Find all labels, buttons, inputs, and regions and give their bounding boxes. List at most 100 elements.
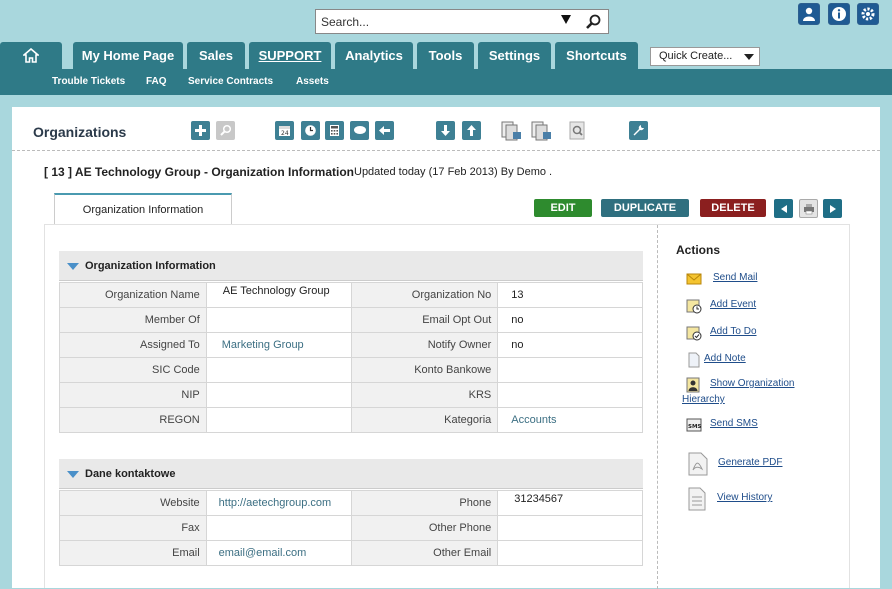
subnav-assets[interactable]: Assets	[296, 76, 329, 87]
field-value[interactable]: AE Technology Group	[206, 283, 351, 308]
field-label: Konto Bankowe	[351, 358, 498, 383]
chat-icon[interactable]	[350, 121, 369, 140]
block-title: Dane kontaktowe	[85, 468, 175, 480]
calendar-icon[interactable]: 24	[275, 121, 294, 140]
field-value[interactable]: Accounts	[498, 408, 643, 433]
arrow-left-icon	[779, 204, 789, 214]
field-value[interactable]	[206, 308, 351, 333]
field-label: Website	[60, 491, 207, 516]
field-label: Organization Name	[60, 283, 207, 308]
info-icon[interactable]	[828, 3, 850, 25]
printer-icon	[803, 203, 815, 215]
field-value[interactable]	[498, 516, 643, 541]
find-duplicates-icon[interactable]	[568, 121, 587, 140]
print-record-button[interactable]	[799, 199, 818, 218]
field-value[interactable]: http://aetechgroup.com	[206, 491, 351, 516]
table-row: SIC Code Konto Bankowe	[60, 358, 643, 383]
field-value[interactable]	[206, 383, 351, 408]
field-value[interactable]: email@email.com	[206, 541, 351, 566]
tab-tools[interactable]: Tools	[417, 42, 474, 69]
previous-record-button[interactable]	[774, 199, 793, 218]
field-value[interactable]: Marketing Group	[206, 333, 351, 358]
add-icon[interactable]	[191, 121, 210, 140]
generate-pdf-link[interactable]: Generate PDF	[718, 457, 782, 468]
field-value[interactable]	[498, 383, 643, 408]
record-title: [ 13 ] AE Technology Group - Organizatio…	[44, 165, 354, 179]
field-value[interactable]: no	[498, 333, 643, 358]
tab-analytics[interactable]: Analytics	[335, 42, 413, 69]
field-label: SIC Code	[60, 358, 207, 383]
field-value[interactable]	[206, 408, 351, 433]
add-event-link[interactable]: Add Event	[710, 299, 756, 310]
subnav-trouble-tickets[interactable]: Trouble Tickets	[52, 76, 125, 87]
show-organization-hierarchy-link[interactable]: Hierarchy	[682, 394, 725, 405]
tab-shortcuts[interactable]: Shortcuts	[555, 42, 638, 69]
table-row: Member Of Email Opt Out no	[60, 308, 643, 333]
settings-wrench-icon[interactable]	[629, 121, 648, 140]
field-value[interactable]	[206, 516, 351, 541]
organization-info-table: Organization Name AE Technology Group Or…	[59, 282, 643, 433]
search-dropdown-icon[interactable]	[561, 15, 571, 24]
send-sms-link[interactable]: Send SMS	[710, 418, 758, 429]
field-value[interactable]: no	[498, 308, 643, 333]
subnav-service-contracts[interactable]: Service Contracts	[188, 76, 273, 87]
tab-organization-information[interactable]: Organization Information	[54, 193, 232, 224]
block-organization-information-header[interactable]: Organization Information	[59, 251, 643, 281]
search-input[interactable]: Search...	[315, 9, 609, 34]
gear-icon[interactable]	[857, 3, 879, 25]
sub-nav: Trouble Tickets FAQ Service Contracts As…	[0, 69, 892, 95]
collapse-triangle-icon[interactable]	[67, 263, 79, 270]
clock-icon[interactable]	[301, 121, 320, 140]
field-value[interactable]	[498, 358, 643, 383]
calculator-icon[interactable]	[325, 121, 344, 140]
block-dane-kontaktowe-header[interactable]: Dane kontaktowe	[59, 459, 643, 489]
quick-create-select[interactable]: Quick Create...	[650, 47, 760, 66]
actions-panel: Actions Send Mail Add Event Add To Do Ad…	[657, 225, 851, 589]
field-label: Notify Owner	[351, 333, 498, 358]
duplicate-button[interactable]: DUPLICATE	[601, 199, 689, 217]
search-icon[interactable]	[584, 13, 602, 31]
next-record-button[interactable]	[823, 199, 842, 218]
table-row: NIP KRS	[60, 383, 643, 408]
module-title[interactable]: Organizations	[33, 124, 126, 140]
collapse-triangle-icon[interactable]	[67, 471, 79, 478]
import-icon[interactable]	[436, 121, 455, 140]
export-icon[interactable]	[462, 121, 481, 140]
send-mail-link[interactable]: Send Mail	[713, 272, 757, 283]
show-organization-hierarchy-link[interactable]: Show Organization	[710, 378, 795, 389]
subnav-faq[interactable]: FAQ	[146, 76, 167, 87]
field-label: Other Phone	[351, 516, 498, 541]
home-button[interactable]	[0, 42, 62, 69]
search-placeholder: Search...	[321, 15, 369, 29]
field-value[interactable]	[206, 358, 351, 383]
svg-text:24: 24	[281, 130, 289, 137]
delete-button[interactable]: DELETE	[700, 199, 766, 217]
tab-sales[interactable]: Sales	[187, 42, 245, 69]
view-history-link[interactable]: View History	[717, 492, 772, 503]
field-value[interactable]: 13	[498, 283, 643, 308]
field-value[interactable]	[498, 541, 643, 566]
mass-merge-icon[interactable]	[530, 118, 554, 142]
record-updated: Updated today (17 Feb 2013) By Demo .	[354, 166, 552, 178]
search-records-icon[interactable]	[216, 121, 235, 140]
field-label: Assigned To	[60, 333, 207, 358]
edit-button[interactable]: EDIT	[534, 199, 592, 217]
tab-support[interactable]: SUPPORT	[249, 42, 331, 69]
field-label: Phone	[351, 491, 498, 516]
field-value[interactable]: 31234567	[498, 491, 643, 516]
tab-my-home-page[interactable]: My Home Page	[73, 42, 183, 69]
user-icon[interactable]	[798, 3, 820, 25]
svg-text:SMS: SMS	[688, 424, 701, 430]
merge-icon[interactable]	[500, 118, 524, 142]
tab-settings[interactable]: Settings	[478, 42, 551, 69]
arrow-right-icon	[828, 204, 838, 214]
add-todo-link[interactable]: Add To Do	[710, 326, 757, 337]
pdf-icon	[686, 452, 710, 476]
add-note-link[interactable]: Add Note	[704, 353, 746, 364]
main-panel: Organizations 24 [ 13 ] AE Technology Gr…	[12, 107, 880, 588]
detail-content: Organization Information Organization Na…	[44, 224, 850, 588]
table-row: Website http://aetechgroup.com Phone 312…	[60, 491, 643, 516]
field-label: REGON	[60, 408, 207, 433]
back-arrow-icon[interactable]	[375, 121, 394, 140]
field-label: NIP	[60, 383, 207, 408]
